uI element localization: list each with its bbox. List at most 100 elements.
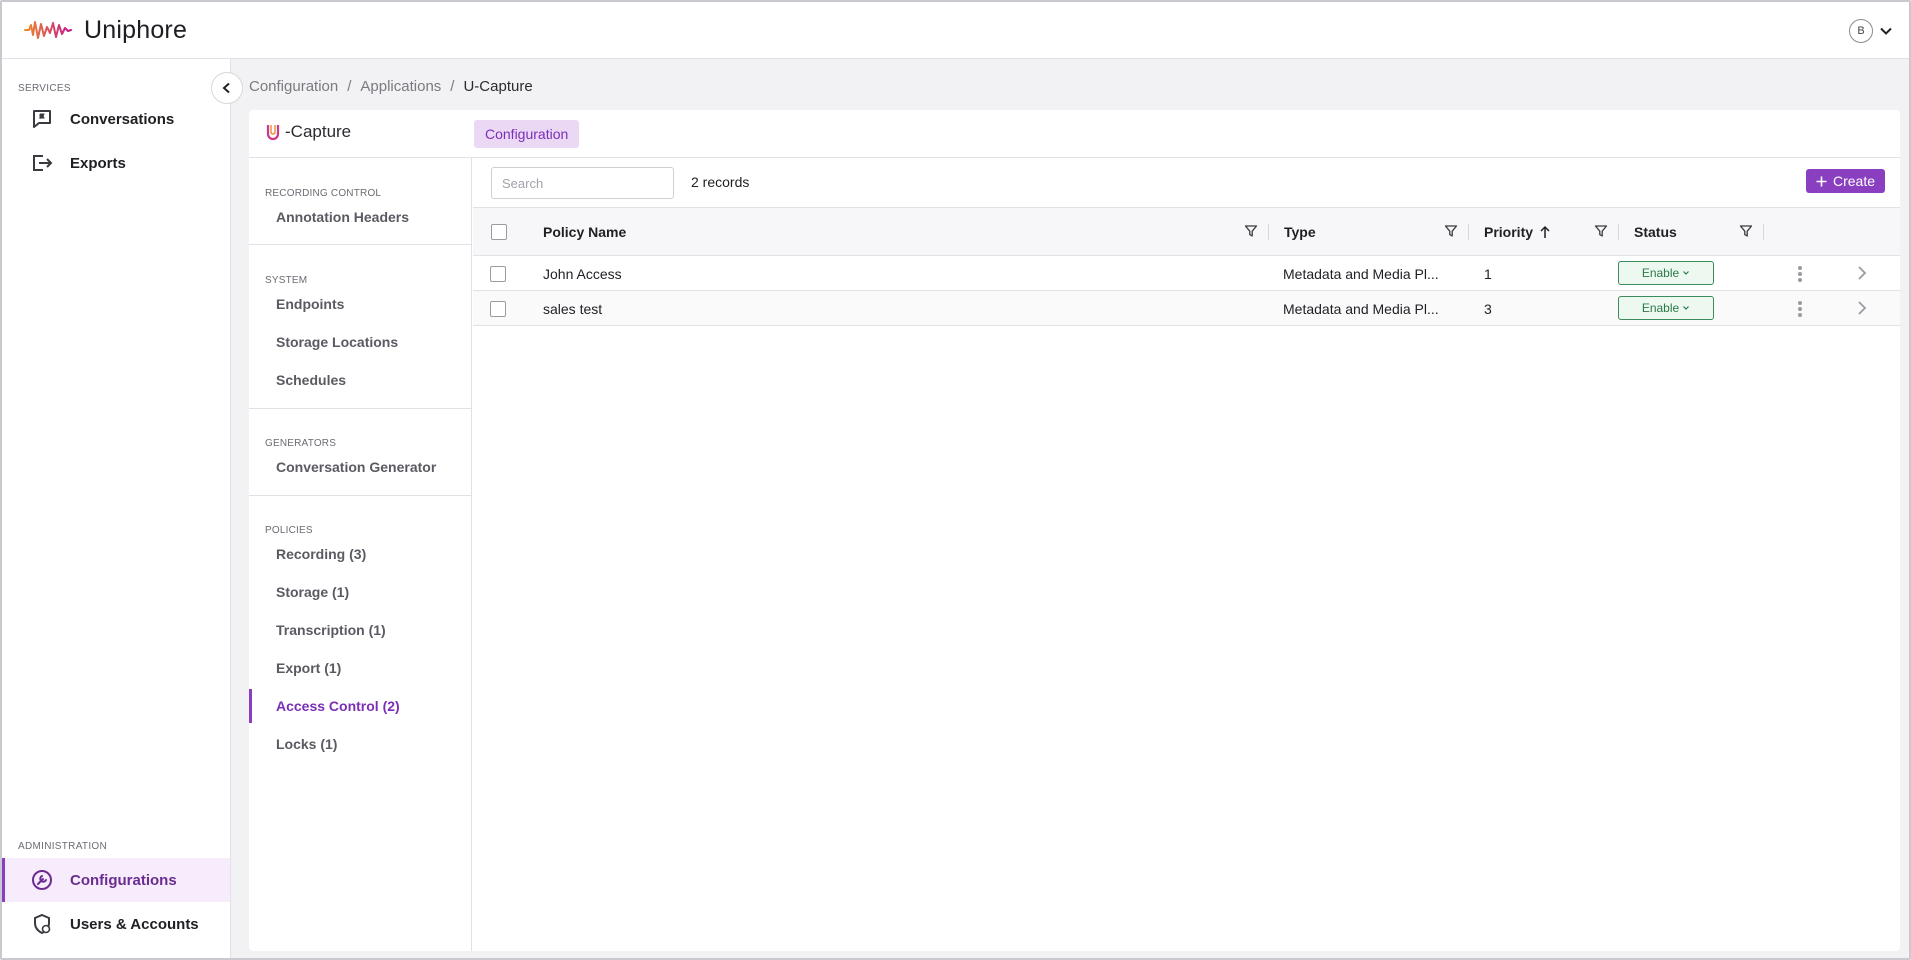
app-title: -Capture	[265, 122, 351, 142]
table-row[interactable]: sales test Metadata and Media Pl... 3 En…	[473, 291, 1900, 326]
subnav-item-schedules[interactable]: Schedules	[249, 363, 471, 397]
sidebar-item-users-accounts[interactable]: Users & Accounts	[2, 902, 230, 946]
create-button[interactable]: Create	[1805, 169, 1885, 193]
subnav-divider	[249, 408, 471, 409]
more-vertical-icon[interactable]	[1797, 300, 1803, 318]
column-label: Policy Name	[543, 224, 627, 240]
breadcrumb-configuration[interactable]: Configuration	[249, 78, 338, 95]
top-bar: Uniphore B	[2, 2, 1909, 59]
search-input[interactable]	[491, 167, 674, 199]
sidebar-item-label: Exports	[70, 154, 126, 172]
column-priority[interactable]: Priority	[1484, 224, 1551, 240]
chat-icon	[30, 107, 54, 131]
subnav-divider	[249, 495, 471, 496]
uniphore-wave-icon	[24, 21, 72, 39]
user-menu[interactable]: B	[1849, 19, 1893, 43]
filter-icon[interactable]	[1739, 224, 1753, 238]
tab-configuration[interactable]: Configuration	[474, 120, 580, 148]
cell-priority: 3	[1484, 301, 1492, 317]
sidebar: SERVICES Conversations Exports ADMINISTR…	[2, 59, 231, 958]
wrench-icon	[30, 868, 54, 892]
column-separator	[1618, 224, 1619, 240]
more-vertical-icon[interactable]	[1797, 265, 1803, 283]
subnav-item-storage[interactable]: Storage (1)	[249, 575, 471, 609]
panel-header: -Capture Configuration	[249, 110, 1900, 158]
column-label: Status	[1634, 224, 1677, 240]
select-all-checkbox[interactable]	[491, 224, 507, 240]
subnav-item-locks[interactable]: Locks (1)	[249, 727, 471, 761]
breadcrumb-separator: /	[450, 78, 455, 95]
chevron-right-icon[interactable]	[1856, 265, 1868, 281]
breadcrumb: Configuration / Applications / U-Capture	[249, 78, 533, 95]
sidebar-item-conversations[interactable]: Conversations	[2, 97, 230, 141]
subnav-section-policies: POLICIES	[265, 525, 313, 536]
record-count: 2 records	[691, 174, 750, 190]
column-status[interactable]: Status	[1634, 224, 1677, 240]
app-window: Uniphore B SERVICES Conversations Export…	[0, 0, 1911, 960]
brand-name: Uniphore	[84, 15, 188, 44]
cell-type: Metadata and Media Pl...	[1283, 266, 1439, 282]
sidebar-section-administration: ADMINISTRATION	[18, 841, 108, 852]
subnav-item-export[interactable]: Export (1)	[249, 651, 471, 685]
status-label: Enable	[1641, 301, 1680, 315]
subnav-section-system: SYSTEM	[265, 275, 308, 286]
brand-logo[interactable]: Uniphore	[24, 16, 187, 45]
subnav-item-transcription[interactable]: Transcription (1)	[249, 613, 471, 647]
sidebar-section-services: SERVICES	[18, 83, 71, 94]
filter-icon[interactable]	[1244, 224, 1258, 238]
subnav-item-annotation-headers[interactable]: Annotation Headers	[249, 200, 471, 234]
column-separator	[1468, 224, 1469, 240]
chevron-down-icon[interactable]	[1879, 24, 1893, 38]
sidebar-item-label: Configurations	[70, 871, 177, 889]
cell-policy-name[interactable]: John Access	[543, 266, 622, 282]
shield-user-icon	[30, 912, 54, 936]
subnav-item-conversation-generator[interactable]: Conversation Generator	[249, 450, 471, 484]
status-dropdown[interactable]: Enable	[1618, 261, 1714, 285]
subnav-item-storage-locations[interactable]: Storage Locations	[249, 325, 471, 359]
status-label: Enable	[1641, 266, 1680, 280]
export-icon	[30, 151, 54, 175]
table-header: Policy Name Type Priority Status	[473, 207, 1900, 256]
column-type[interactable]: Type	[1284, 224, 1316, 240]
column-separator	[1763, 224, 1764, 240]
table-toolbar: 2 records Create	[473, 158, 1900, 207]
filter-icon[interactable]	[1444, 224, 1458, 238]
sidebar-item-exports[interactable]: Exports	[2, 141, 230, 185]
subnav-divider	[249, 244, 471, 245]
filter-icon[interactable]	[1594, 224, 1608, 238]
column-policy-name[interactable]: Policy Name	[543, 224, 626, 240]
row-checkbox[interactable]	[490, 266, 506, 282]
subnav-section-generators: GENERATORS	[265, 438, 337, 449]
policy-list-content: 2 records Create Policy Name Type Priori…	[473, 158, 1900, 951]
column-label: Type	[1284, 224, 1316, 240]
sidebar-item-label: Users & Accounts	[70, 915, 199, 933]
subnav-item-recording[interactable]: Recording (3)	[249, 537, 471, 571]
sort-ascending-icon[interactable]	[1539, 225, 1551, 239]
breadcrumb-separator: /	[347, 78, 352, 95]
breadcrumb-current: U-Capture	[463, 78, 533, 95]
subnav-item-endpoints[interactable]: Endpoints	[249, 287, 471, 321]
cell-type: Metadata and Media Pl...	[1283, 301, 1439, 317]
main-panel: -Capture Configuration RECORDING CONTROL…	[249, 110, 1900, 951]
column-label: Priority	[1484, 224, 1534, 240]
chevron-left-icon	[222, 82, 230, 94]
status-dropdown[interactable]: Enable	[1618, 296, 1714, 320]
subnav-section-recording-control: RECORDING CONTROL	[265, 188, 382, 199]
collapse-sidebar-button[interactable]	[211, 72, 243, 104]
chevron-right-icon[interactable]	[1856, 300, 1868, 316]
cell-priority: 1	[1484, 266, 1492, 282]
config-subnav: RECORDING CONTROL Annotation Headers SYS…	[249, 158, 472, 951]
column-separator	[1268, 224, 1269, 240]
sidebar-item-configurations[interactable]: Configurations	[2, 858, 230, 902]
cell-policy-name[interactable]: sales test	[543, 301, 602, 317]
create-button-label: Create	[1832, 173, 1875, 189]
row-checkbox[interactable]	[490, 301, 506, 317]
u-capture-logo-icon	[266, 125, 280, 141]
app-name-text: -Capture	[285, 122, 352, 141]
breadcrumb-applications[interactable]: Applications	[360, 78, 441, 95]
table-row[interactable]: John Access Metadata and Media Pl... 1 E…	[473, 256, 1900, 291]
subnav-item-access-control[interactable]: Access Control (2)	[249, 689, 471, 723]
sidebar-item-label: Conversations	[70, 110, 175, 128]
avatar[interactable]: B	[1849, 19, 1873, 43]
chevron-down-icon	[1683, 306, 1690, 310]
